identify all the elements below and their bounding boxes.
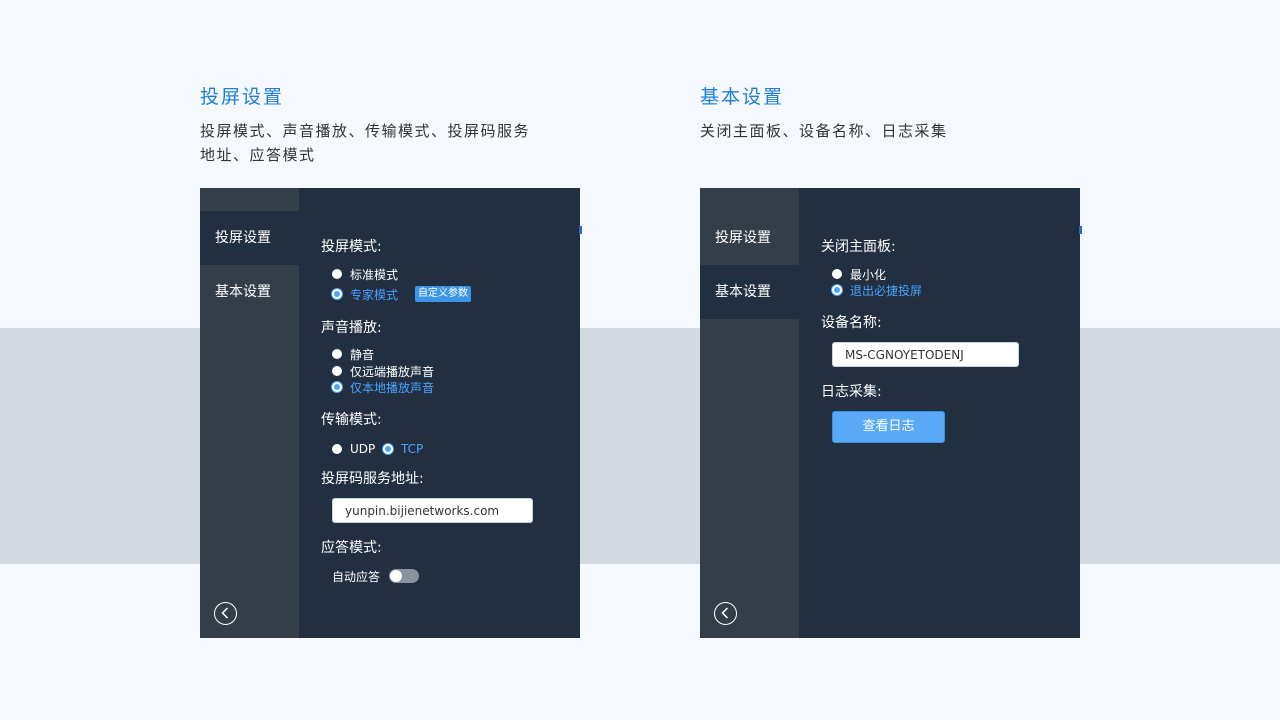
transport-option-udp[interactable]: UDP [332,441,375,457]
radio-selected-icon [832,285,842,295]
radio-selected-icon [332,289,342,299]
settings-content: 关闭主面板: 最小化 退出必捷投屏 设备名称: MS-CGNOYETODENJ … [799,188,1080,638]
radio-icon [332,269,342,279]
screen-settings-panel: 投屏设置 基本设置 投屏模式: 标准模式 专家模式 自定义参数 声音播放: 静音… [200,188,582,638]
option-label: TCP [401,442,424,456]
radio-selected-icon [332,382,342,392]
radio-icon [332,366,342,376]
option-label: 标准模式 [350,267,399,282]
auto-answer-toggle[interactable] [389,569,419,583]
intro-desc: 关闭主面板、设备名称、日志采集 [700,122,948,140]
device-name-label: 设备名称: [821,315,882,331]
radio-selected-icon [383,444,393,454]
screen-settings-intro: 投屏设置 投屏模式、声音播放、传输模式、投屏码服务 地址、应答模式 [200,82,530,167]
option-label: 仅本地播放声音 [350,380,435,395]
mode-label: 投屏模式: [321,239,382,255]
intro-desc-line1: 投屏模式、声音播放、传输模式、投屏码服务 [200,122,531,140]
option-label: 静音 [350,347,375,362]
transport-option-tcp[interactable]: TCP [383,441,423,457]
custom-params-button[interactable]: 自定义参数 [415,286,471,302]
option-label: 专家模式 [350,287,399,302]
auto-answer-label: 自动应答 [332,568,380,584]
option-label: 退出必捷投屏 [850,283,923,298]
intro-title: 投屏设置 [200,86,285,108]
settings-content: 投屏模式: 标准模式 专家模式 自定义参数 声音播放: 静音 仅远端播放声音 仅… [299,188,580,638]
sound-option-local[interactable]: 仅本地播放声音 [332,379,434,395]
sound-label: 声音播放: [321,320,382,336]
sound-option-remote[interactable]: 仅远端播放声音 [332,363,434,379]
answer-mode-label: 应答模式: [321,540,382,556]
mode-option-expert[interactable]: 专家模式 [332,286,398,302]
close-option-exit[interactable]: 退出必捷投屏 [832,282,922,298]
option-label: 自动应答 [332,569,381,584]
sidebar-item-screen-settings[interactable]: 投屏设置 [200,211,299,265]
log-label: 日志采集: [821,384,882,400]
server-address-label: 投屏码服务地址: [321,471,424,487]
sidebar: 投屏设置 基本设置 [700,188,799,638]
radio-icon [832,269,842,279]
option-label: 最小化 [850,267,887,282]
sidebar-item-basic-settings[interactable]: 基本设置 [700,265,799,319]
transport-label: 传输模式: [321,412,382,428]
close-option-minimize[interactable]: 最小化 [832,266,886,282]
sidebar-item-screen-settings[interactable]: 投屏设置 [700,211,799,265]
intro-title: 基本设置 [700,86,785,108]
mode-option-standard[interactable]: 标准模式 [332,266,398,282]
radio-icon [332,349,342,359]
back-icon[interactable] [714,602,737,625]
device-name-input[interactable]: MS-CGNOYETODENJ [832,342,1019,367]
basic-settings-panel: 投屏设置 基本设置 关闭主面板: 最小化 退出必捷投屏 设备名称: MS-CGN… [700,188,1082,638]
view-log-button[interactable]: 查看日志 [832,411,945,443]
toggle-knob [390,570,402,582]
option-label: 仅远端播放声音 [350,364,435,379]
back-icon[interactable] [214,602,237,625]
close-panel-label: 关闭主面板: [821,239,896,255]
basic-settings-intro: 基本设置 关闭主面板、设备名称、日志采集 [700,82,948,143]
sidebar-item-basic-settings[interactable]: 基本设置 [200,265,299,319]
sound-option-mute[interactable]: 静音 [332,346,374,362]
background-band [0,328,1280,564]
server-address-input[interactable]: yunpin.bijienetworks.com [332,498,533,523]
option-label: UDP [350,442,376,456]
intro-desc-line2: 地址、应答模式 [200,146,316,164]
radio-icon [332,444,342,454]
sidebar: 投屏设置 基本设置 [200,188,299,638]
